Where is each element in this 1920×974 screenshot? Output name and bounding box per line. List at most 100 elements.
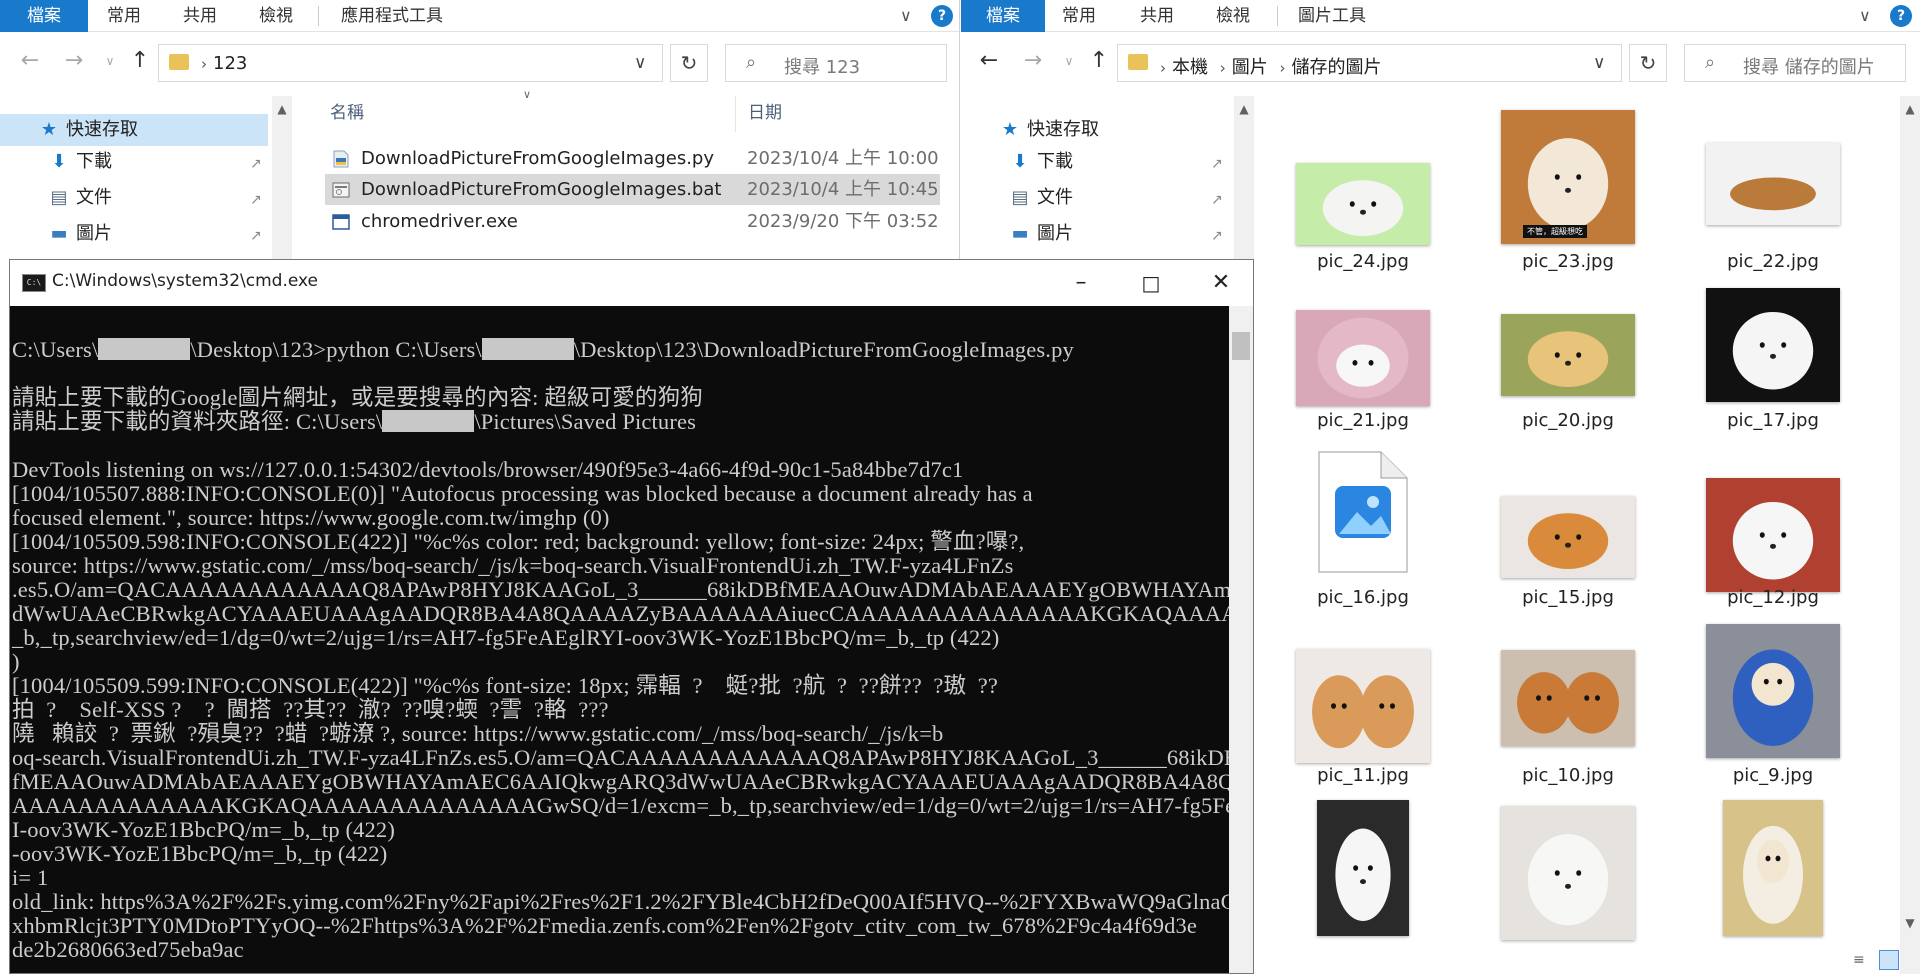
cmd-scrollbar[interactable]	[1229, 306, 1253, 973]
large-icons-view-icon[interactable]	[1879, 950, 1899, 970]
up-arrow-icon[interactable]: ↑	[1085, 48, 1113, 73]
image-thumbnail[interactable]	[1296, 649, 1430, 763]
breadcrumb-123[interactable]: 123	[213, 53, 247, 74]
tab-home[interactable]: 常用	[1053, 0, 1105, 32]
breadcrumb-saved-pictures[interactable]: 儲存的圖片	[1291, 57, 1381, 78]
image-thumbnail[interactable]	[1296, 163, 1430, 245]
image-file-name[interactable]: pic_9.jpg	[1673, 765, 1873, 786]
details-view-icon[interactable]: ≡	[1853, 952, 1865, 968]
content-scrollbar[interactable]: ▲ ▼	[1900, 96, 1920, 974]
tab-home[interactable]: 常用	[98, 0, 150, 32]
pin-icon[interactable]: ↗	[250, 192, 262, 208]
image-thumbnail[interactable]	[1706, 624, 1840, 758]
breadcrumb-this-pc[interactable]: 本機	[1172, 57, 1208, 78]
back-arrow-icon[interactable]: ←	[16, 48, 44, 73]
image-thumbnail[interactable]	[1296, 310, 1430, 406]
console-line: 隢 賴詨 ? 票鍬 ?殞臭?? ?蜡 ?蝣潦 ?, source: https:…	[12, 721, 944, 746]
address-bar[interactable]: › 本機 › 圖片 › 儲存的圖片 ∨	[1117, 44, 1622, 82]
image-file-icon[interactable]	[1317, 450, 1409, 574]
image-thumbnail[interactable]: 不管，超級想吃	[1501, 110, 1635, 244]
nav-downloads[interactable]: ⬇ 下載	[0, 146, 268, 178]
image-thumbnail[interactable]	[1501, 314, 1635, 396]
tab-view[interactable]: 檢視	[1207, 0, 1259, 32]
image-file-name[interactable]: pic_23.jpg	[1468, 251, 1668, 272]
nav-downloads[interactable]: ⬇ 下載	[961, 146, 1231, 178]
image-thumbnail[interactable]	[1317, 800, 1409, 936]
image-file-name[interactable]: pic_12.jpg	[1673, 587, 1873, 608]
minimize-icon[interactable]: –	[1046, 260, 1116, 306]
column-header-date[interactable]: 日期	[748, 98, 782, 128]
scrollbar-thumb[interactable]	[1232, 332, 1250, 360]
recent-locations-chevron-icon[interactable]: ∨	[1055, 54, 1083, 68]
search-box[interactable]: ⌕ 搜尋 123	[725, 44, 947, 82]
image-file-name[interactable]: pic_20.jpg	[1468, 410, 1668, 431]
tab-share[interactable]: 共用	[174, 0, 226, 32]
address-dropdown-chevron-icon[interactable]: ∨	[634, 53, 646, 73]
ribbon-expand-chevron-icon[interactable]: ∨	[1859, 6, 1871, 25]
file-row[interactable]: chromedriver.exe 2023/9/20 下午 03:52	[325, 206, 940, 237]
maximize-icon[interactable]: □	[1116, 260, 1186, 306]
nav-pictures[interactable]: ▬ 圖片	[961, 218, 1231, 250]
image-thumbnail[interactable]	[1723, 800, 1823, 936]
image-thumbnail[interactable]	[1706, 288, 1840, 402]
cmd-title-bar[interactable]: C:\ C:\Windows\system32\cmd.exe – □ ✕	[10, 260, 1253, 306]
refresh-icon[interactable]: ↻	[670, 44, 708, 82]
address-row: ← → ∨ ↑ › 本機 › 圖片 › 儲存的圖片 ∨ ↻ ⌕ 搜尋 儲存的圖片	[961, 32, 1920, 96]
pin-icon[interactable]: ↗	[1211, 192, 1223, 208]
console-output[interactable]: C:\Users\ \Desktop\123>python C:\Users\ \D…	[10, 306, 1229, 973]
address-bar[interactable]: › 123 ∨	[158, 44, 663, 82]
refresh-icon[interactable]: ↻	[1629, 44, 1667, 82]
nav-quick-access[interactable]: ★ 快速存取	[961, 114, 1231, 146]
forward-arrow-icon[interactable]: →	[60, 48, 88, 73]
address-dropdown-chevron-icon[interactable]: ∨	[1593, 53, 1605, 73]
forward-arrow-icon[interactable]: →	[1019, 48, 1047, 73]
image-file-name[interactable]: pic_15.jpg	[1468, 587, 1668, 608]
image-file-name[interactable]: pic_22.jpg	[1673, 251, 1873, 272]
tab-file[interactable]: 檔案	[0, 0, 88, 32]
image-file-name[interactable]: pic_17.jpg	[1673, 410, 1873, 431]
help-icon[interactable]: ?	[1890, 5, 1912, 27]
nav-documents[interactable]: ▤ 文件	[961, 182, 1231, 214]
close-icon[interactable]: ✕	[1186, 260, 1256, 306]
file-row[interactable]: DownloadPictureFromGoogleImages.py 2023/…	[325, 143, 940, 174]
ribbon-separator	[318, 6, 319, 26]
tab-picture-tools[interactable]: 圖片工具	[1287, 0, 1377, 32]
scroll-up-icon[interactable]: ▲	[1900, 102, 1920, 116]
console-line: -oov3WK-YozE1BbcPQ/m=_b,_tp (422)	[12, 841, 388, 866]
nav-quick-access[interactable]: ★ 快速存取	[0, 114, 268, 146]
search-input[interactable]: 搜尋 儲存的圖片	[1743, 53, 1875, 79]
nav-pictures[interactable]: ▬ 圖片	[0, 218, 268, 250]
tab-view[interactable]: 檢視	[250, 0, 302, 32]
nav-documents[interactable]: ▤ 文件	[0, 182, 268, 214]
scroll-up-icon[interactable]: ▲	[272, 102, 292, 116]
scroll-down-icon[interactable]: ▼	[1900, 916, 1920, 930]
image-file-name[interactable]: pic_24.jpg	[1263, 251, 1463, 272]
image-thumbnail[interactable]	[1706, 143, 1840, 225]
tab-share[interactable]: 共用	[1131, 0, 1183, 32]
scroll-up-icon[interactable]: ▲	[1234, 102, 1254, 116]
column-header-name[interactable]: 名稱	[330, 98, 364, 128]
image-file-name[interactable]: pic_10.jpg	[1468, 765, 1668, 786]
search-input[interactable]: 搜尋 123	[784, 53, 860, 79]
ribbon-expand-chevron-icon[interactable]: ∨	[900, 6, 912, 25]
back-arrow-icon[interactable]: ←	[975, 48, 1003, 73]
breadcrumb-pictures[interactable]: 圖片	[1232, 57, 1268, 78]
file-row[interactable]: DownloadPictureFromGoogleImages.bat 2023…	[325, 174, 940, 205]
image-thumbnail[interactable]	[1501, 496, 1635, 578]
image-file-name[interactable]: pic_16.jpg	[1263, 587, 1463, 608]
image-thumbnail[interactable]	[1501, 806, 1635, 940]
image-file-name[interactable]: pic_21.jpg	[1263, 410, 1463, 431]
pin-icon[interactable]: ↗	[1211, 156, 1223, 172]
tab-file[interactable]: 檔案	[961, 0, 1045, 32]
image-file-name[interactable]: pic_11.jpg	[1263, 765, 1463, 786]
image-thumbnail[interactable]	[1501, 650, 1635, 746]
pin-icon[interactable]: ↗	[250, 156, 262, 172]
help-icon[interactable]: ?	[931, 5, 953, 27]
pin-icon[interactable]: ↗	[1211, 228, 1223, 244]
tab-application-tools[interactable]: 應用程式工具	[330, 0, 454, 32]
up-arrow-icon[interactable]: ↑	[126, 48, 154, 73]
pin-icon[interactable]: ↗	[250, 228, 262, 244]
recent-locations-chevron-icon[interactable]: ∨	[96, 54, 124, 68]
search-box[interactable]: ⌕ 搜尋 儲存的圖片	[1684, 44, 1906, 82]
image-thumbnail[interactable]	[1706, 478, 1840, 592]
